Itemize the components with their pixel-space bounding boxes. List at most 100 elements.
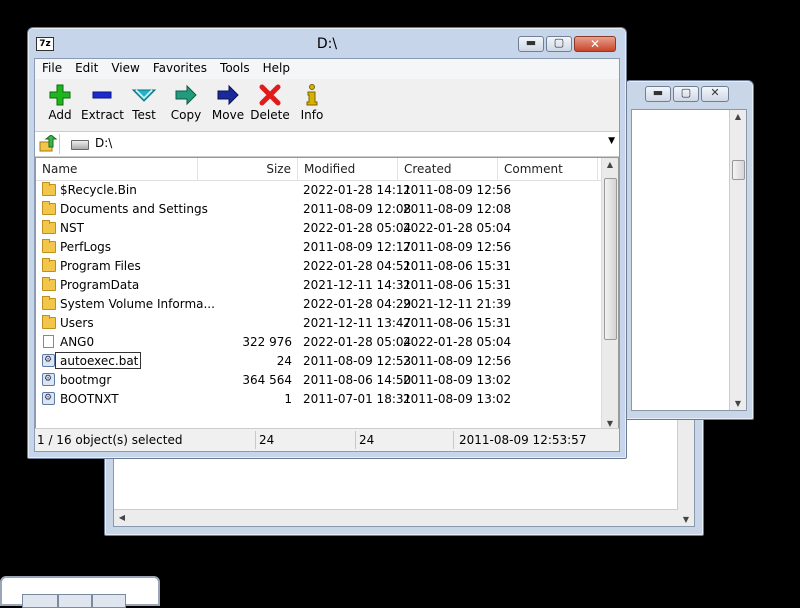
rename-input[interactable]: autoexec.bat: [55, 352, 141, 369]
file-modified: 2021-12-11 14:31: [303, 278, 412, 292]
extract-button[interactable]: Extract: [81, 79, 124, 129]
file-modified: 2022-01-28 04:29: [303, 297, 412, 311]
column-comment[interactable]: Comment: [498, 158, 598, 180]
column-size[interactable]: Size: [198, 158, 298, 180]
info-icon: [306, 84, 318, 106]
scroll-thumb[interactable]: [732, 160, 745, 180]
background-window-2-caption-buttons: ▬ ▢ ✕: [645, 86, 729, 102]
file-modified: 2011-07-01 18:31: [303, 392, 412, 406]
table-row[interactable]: Documents and Settings 2011-08-09 12:08 …: [36, 200, 602, 219]
background-window-2[interactable]: ▬ ▢ ✕ ▲ ▼: [624, 80, 754, 420]
horizontal-scrollbar[interactable]: ◀: [114, 509, 678, 526]
file-created: 2011-08-09 12:56: [403, 183, 512, 197]
scroll-left-arrow-icon[interactable]: ◀: [114, 513, 130, 522]
batch-file-icon: [42, 351, 55, 370]
file-created: 2021-12-11 21:39: [403, 297, 512, 311]
menu-file[interactable]: File: [35, 59, 68, 79]
close-button[interactable]: ✕: [574, 36, 616, 52]
scroll-thumb[interactable]: [604, 178, 617, 340]
menu-view[interactable]: View: [104, 59, 145, 79]
file-icon: [43, 335, 54, 348]
file-name: ANG0: [60, 335, 95, 349]
scroll-down-arrow-icon[interactable]: ▼: [602, 419, 618, 428]
maximize-button[interactable]: ▢: [546, 36, 572, 52]
file-created: 2011-08-09 12:56: [403, 240, 512, 254]
test-icon: [132, 89, 156, 102]
delete-button[interactable]: Delete: [249, 79, 291, 129]
test-button[interactable]: Test: [123, 79, 165, 129]
table-row[interactable]: bootmgr 364 564 2011-08-06 14:50 2011-08…: [36, 370, 602, 390]
vertical-scrollbar[interactable]: ▲ ▼: [601, 158, 618, 430]
file-modified: 2011-08-09 12:53: [303, 354, 412, 368]
move-button[interactable]: Move: [207, 79, 249, 129]
scroll-down-arrow-icon[interactable]: ▼: [730, 399, 746, 408]
menu-edit[interactable]: Edit: [68, 59, 104, 79]
minimize-button[interactable]: ▬: [518, 36, 544, 52]
menu-favorites[interactable]: Favorites: [146, 59, 213, 79]
file-name: bootmgr: [60, 373, 112, 387]
column-modified[interactable]: Modified: [298, 158, 398, 180]
file-name: Program Files: [60, 259, 141, 273]
file-name: Documents and Settings: [60, 202, 208, 216]
table-row[interactable]: NST 2022-01-28 05:04 2022-01-28 05:04: [36, 219, 602, 238]
scroll-up-arrow-icon[interactable]: ▲: [730, 112, 746, 121]
copy-button[interactable]: Copy: [165, 79, 207, 129]
file-rows: $Recycle.Bin 2022-01-28 14:11 2011-08-09…: [36, 181, 602, 409]
copy-icon: [175, 84, 197, 106]
file-created: 2022-01-28 05:04: [403, 335, 512, 349]
up-folder-button[interactable]: [37, 134, 60, 154]
close-button[interactable]: ✕: [701, 86, 729, 102]
copy-label: Copy: [170, 108, 202, 122]
table-row-selected[interactable]: autoexec.bat 24 2011-08-09 12:53 2011-08…: [36, 351, 602, 371]
table-row[interactable]: Users 2021-12-11 13:47 2011-08-06 15:31: [36, 314, 602, 333]
folder-icon: [42, 201, 56, 215]
scroll-down-arrow-icon[interactable]: ▼: [678, 515, 694, 524]
status-divider: [453, 431, 454, 449]
file-size: 322 976: [242, 335, 292, 349]
info-button[interactable]: Info: [291, 79, 333, 129]
file-name: NST: [60, 221, 84, 235]
column-created[interactable]: Created: [398, 158, 498, 180]
table-row[interactable]: PerfLogs 2011-08-09 12:17 2011-08-09 12:…: [36, 238, 602, 257]
add-icon: [49, 84, 71, 106]
maximize-button[interactable]: ▢: [673, 86, 699, 102]
status-divider: [255, 431, 256, 449]
file-created: 2011-08-06 15:31: [403, 259, 512, 273]
file-manager-window: 7z D:\ ▬ ▢ ✕ File Edit View Favorites To…: [27, 27, 627, 459]
taskbar-button[interactable]: [58, 594, 92, 608]
add-button[interactable]: Add: [39, 79, 81, 129]
file-size: 364 564: [242, 373, 292, 387]
move-label: Move: [211, 108, 245, 122]
delete-icon: [259, 84, 281, 106]
column-name[interactable]: Name: [36, 158, 198, 180]
file-modified: 2022-01-28 14:11: [303, 183, 412, 197]
extract-label: Extract: [81, 108, 124, 122]
column-header: Name Size Modified Created Comment: [36, 158, 618, 181]
taskbar-button[interactable]: [92, 594, 126, 608]
menu-help[interactable]: Help: [256, 59, 296, 79]
minimize-button[interactable]: ▬: [645, 86, 671, 102]
file-modified: 2011-08-06 14:50: [303, 373, 412, 387]
table-row[interactable]: ANG0 322 976 2022-01-28 05:04 2022-01-28…: [36, 333, 602, 352]
table-row[interactable]: Program Files 2022-01-28 04:51 2011-08-0…: [36, 257, 602, 276]
table-row[interactable]: $Recycle.Bin 2022-01-28 14:11 2011-08-09…: [36, 181, 602, 200]
vertical-scrollbar[interactable]: ▲ ▼: [729, 110, 746, 410]
status-modified: 2011-08-09 12:53:57: [459, 433, 587, 447]
menu-tools[interactable]: Tools: [213, 59, 256, 79]
taskbar-button[interactable]: [22, 594, 58, 608]
folder-icon: [42, 315, 56, 329]
dropdown-arrow-icon[interactable]: ▼: [608, 136, 615, 146]
file-modified: 2011-08-09 12:08: [303, 202, 412, 216]
file-name: System Volume Informa...: [60, 297, 215, 311]
status-bar: 1 / 16 object(s) selected 24 24 2011-08-…: [35, 428, 619, 451]
file-size: 24: [276, 354, 292, 368]
table-row[interactable]: ProgramData 2021-12-11 14:31 2011-08-06 …: [36, 276, 602, 295]
up-folder-icon: [39, 135, 57, 152]
file-name: $Recycle.Bin: [60, 183, 137, 197]
path-combobox[interactable]: D:\ ▼: [63, 132, 619, 156]
scroll-up-arrow-icon[interactable]: ▲: [602, 160, 618, 169]
table-row[interactable]: BOOTNXT 1 2011-07-01 18:31 2011-08-09 13…: [36, 389, 602, 409]
file-list[interactable]: Name Size Modified Created Comment $Recy…: [35, 157, 619, 447]
table-row[interactable]: System Volume Informa... 2022-01-28 04:2…: [36, 295, 602, 314]
title-bar[interactable]: 7z D:\ ▬ ▢ ✕: [28, 28, 626, 58]
